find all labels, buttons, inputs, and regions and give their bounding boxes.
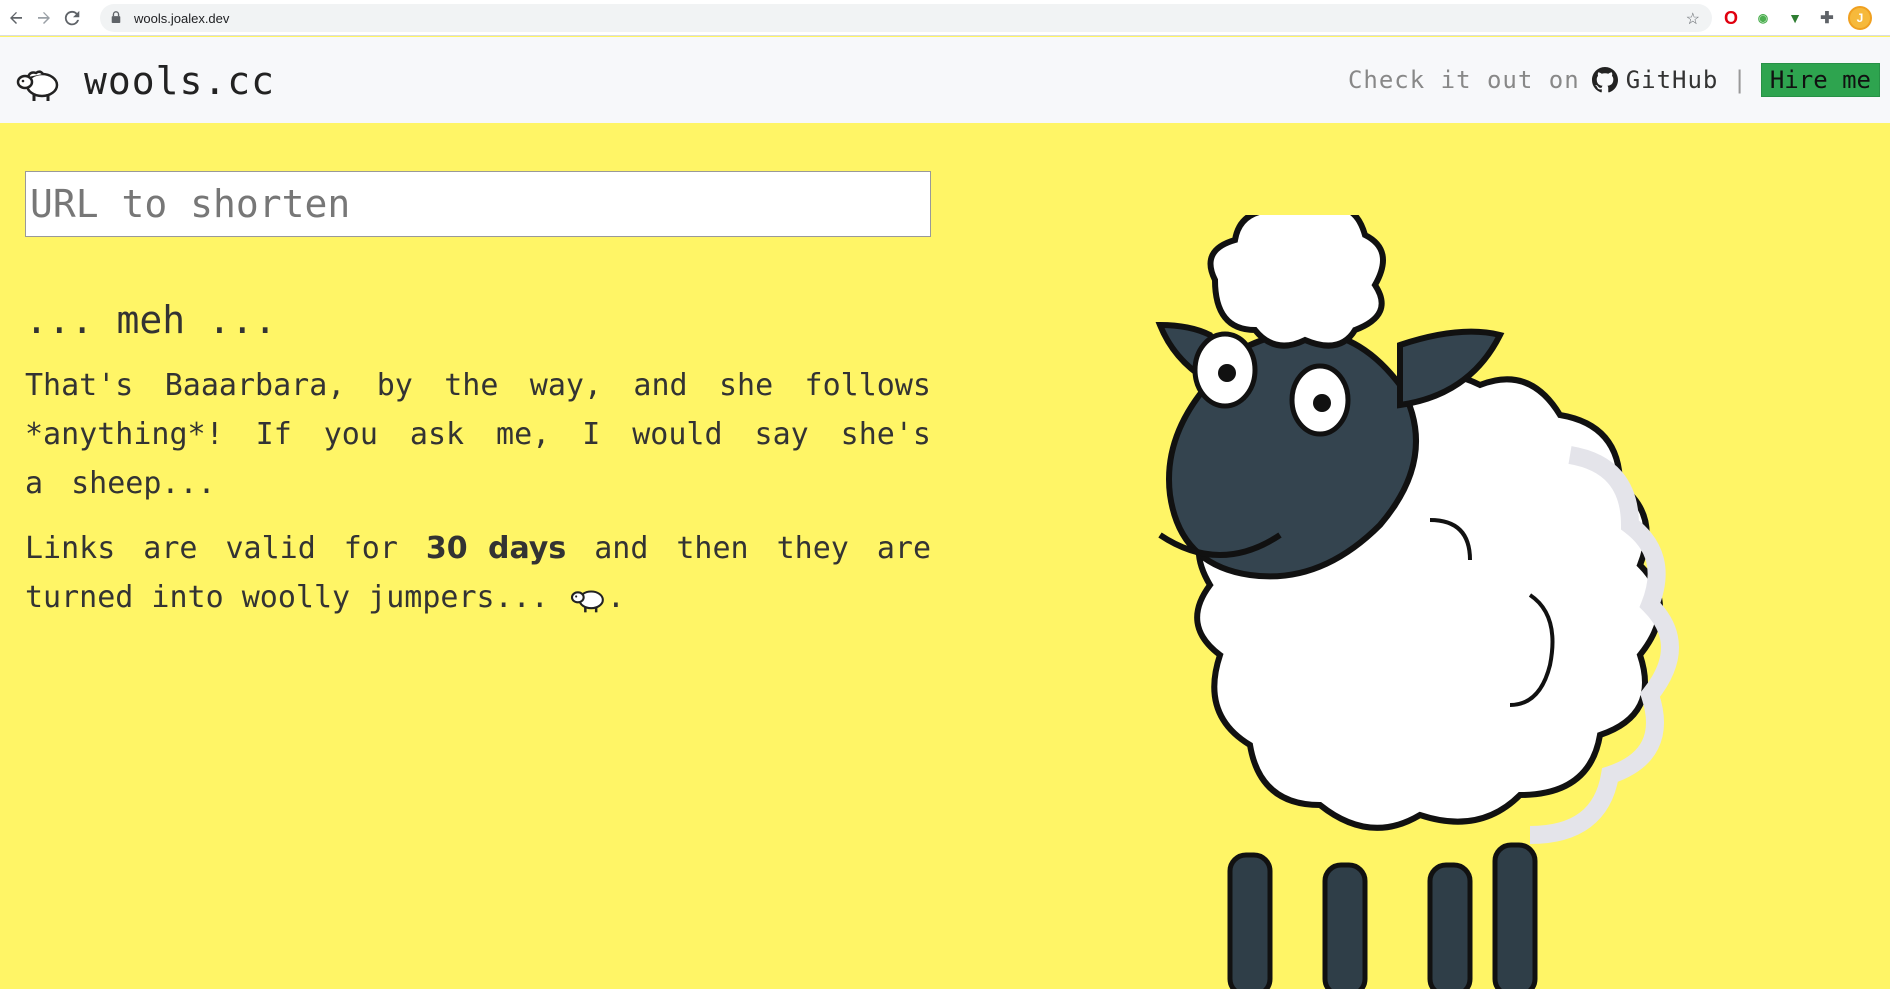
sheep-logo-icon[interactable] [14, 63, 60, 103]
validity-days: 30 days [425, 531, 567, 566]
vue-devtools-icon[interactable]: ▼ [1784, 7, 1806, 29]
green-extension-icon[interactable]: ◉ [1752, 7, 1774, 29]
github-icon[interactable] [1591, 67, 1618, 93]
lock-icon [110, 11, 124, 25]
extensions-puzzle-icon[interactable]: ✚ [1816, 7, 1838, 29]
validity-paragraph: Links are valid for 30 days and then the… [25, 524, 931, 622]
app-header: wools.cc Check it out on GitHub | Hire m… [0, 37, 1890, 123]
url-input[interactable] [25, 171, 931, 237]
sheep-illustration [1155, 215, 1679, 989]
meh-heading: ... meh ... [25, 298, 277, 342]
address-bar[interactable]: wools.joalex.dev ☆ [100, 4, 1712, 32]
header-links: Check it out on GitHub | Hire me [1348, 63, 1880, 97]
opera-extension-icon[interactable]: O [1720, 7, 1742, 29]
bookmark-star-icon[interactable]: ☆ [1686, 9, 1700, 29]
validity-text-end: . [606, 580, 625, 615]
header-separator: | [1732, 66, 1747, 94]
checkout-text: Check it out on [1347, 66, 1580, 94]
github-link[interactable]: GitHub [1626, 66, 1719, 94]
extensions-bar: O ◉ ▼ ✚ J [1720, 6, 1872, 30]
validity-text-before: Links are valid for [25, 531, 426, 566]
forward-icon[interactable] [32, 6, 56, 30]
browser-toolbar: wools.joalex.dev ☆ O ◉ ▼ ✚ J [0, 0, 1890, 36]
description-paragraph: That's Baaarbara, by the way, and she fo… [25, 368, 931, 501]
reload-icon[interactable] [60, 6, 84, 30]
back-icon[interactable] [4, 6, 28, 30]
address-url: wools.joalex.dev [134, 10, 230, 26]
hire-me-button[interactable]: Hire me [1760, 63, 1880, 97]
logo-text[interactable]: wools.cc [84, 59, 275, 103]
profile-avatar-icon[interactable]: J [1848, 6, 1872, 30]
sheep-icon [570, 589, 604, 612]
